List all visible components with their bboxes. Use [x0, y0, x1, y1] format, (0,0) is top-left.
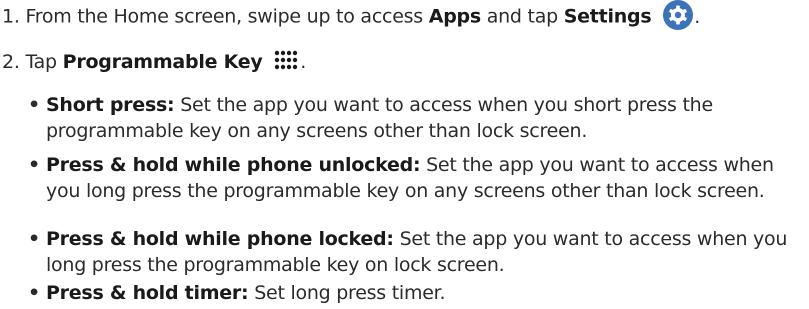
step-1: 1. From the Home screen, swipe up to acc…	[2, 0, 701, 32]
bullet-text: Set long press timer.	[254, 282, 446, 304]
step-1-number: 1.	[2, 5, 20, 28]
step-2-number: 2.	[2, 51, 20, 73]
apps-label: Apps	[428, 5, 481, 28]
step-1-text-mid: and tap	[480, 5, 564, 28]
settings-label: Settings	[563, 5, 652, 28]
step-1-end: .	[694, 5, 701, 28]
bullet-title: Press & hold while phone locked:	[46, 228, 394, 250]
instructions-page: 1. From the Home screen, swipe up to acc…	[0, 0, 809, 309]
step-2-end: .	[300, 51, 307, 73]
bullet-hold-locked: • Press & hold while phone locked: Set t…	[28, 226, 798, 278]
bullet-marker: •	[28, 154, 40, 176]
bullet-marker: •	[28, 282, 40, 304]
bullet-title: Press & hold while phone unlocked:	[46, 154, 421, 176]
bullet-hold-unlocked: • Press & hold while phone unlocked: Set…	[28, 152, 798, 204]
bullet-hold-timer: • Press & hold timer: Set long press tim…	[28, 280, 798, 306]
bullet-title: Press & hold timer:	[46, 282, 249, 304]
settings-gear-icon	[663, 0, 694, 30]
bullet-title: Short press:	[46, 94, 175, 116]
bullet-short-press: • Short press: Set the app you want to a…	[28, 92, 798, 144]
step-1-text-before: From the Home screen, swipe up to access	[25, 5, 429, 28]
programmable-key-icon	[273, 50, 299, 70]
programmable-key-label: Programmable Key	[62, 51, 263, 73]
step-2: 2. Tap Programmable Key .	[2, 50, 306, 74]
bullet-marker: •	[28, 94, 40, 116]
bullet-marker: •	[28, 228, 40, 250]
step-2-text-before: Tap	[25, 51, 63, 73]
